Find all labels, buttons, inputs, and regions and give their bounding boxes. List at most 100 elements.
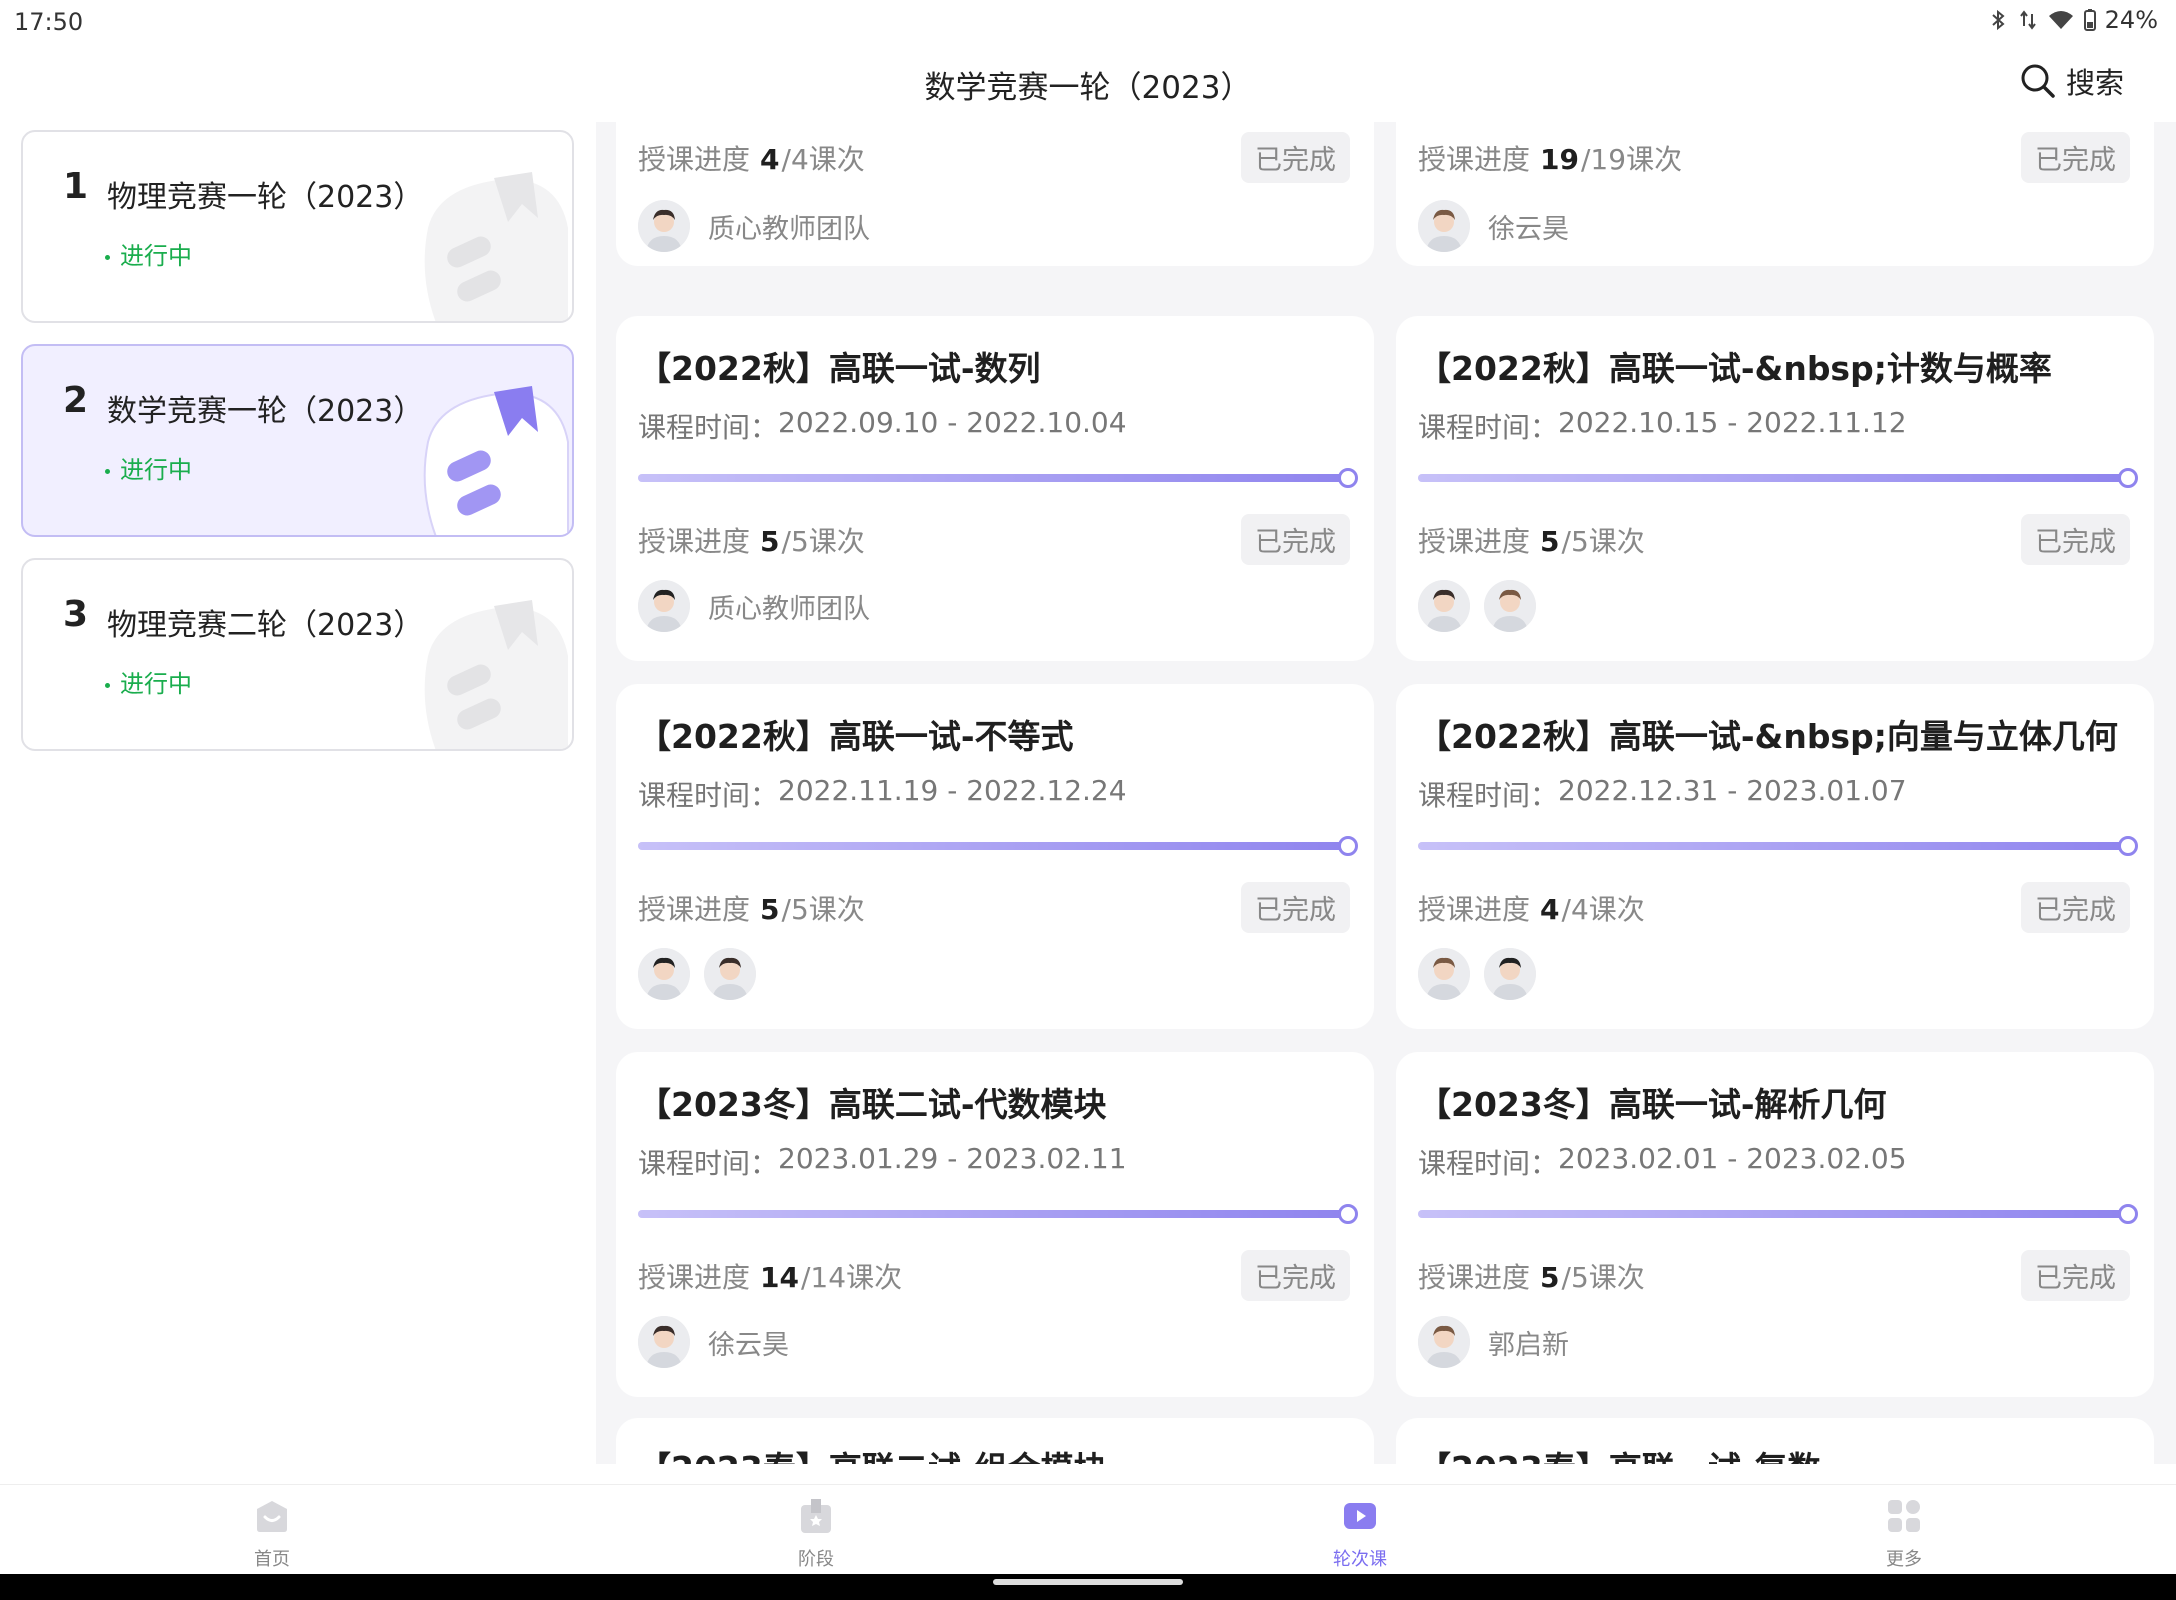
- course-card[interactable]: 授课进度 19/19课次 已完成 徐云昊: [1396, 122, 2154, 266]
- progress-bar: [1418, 468, 2138, 488]
- course-time: 2023.02.01 - 2023.02.05: [1558, 1142, 1907, 1175]
- header: 数学竞赛一轮（2023） 搜索: [0, 44, 2176, 122]
- search-label: 搜索: [2065, 66, 2124, 100]
- done-count: 14: [760, 1261, 799, 1294]
- course-time: 2023.01.29 - 2023.02.11: [778, 1142, 1127, 1175]
- teacher-list: [1418, 948, 1536, 1000]
- bookmark-decoration-icon: [424, 172, 568, 321]
- progress-knob: [1338, 468, 1358, 488]
- total-count: 5: [790, 893, 809, 926]
- status-icons: 24%: [1987, 6, 2158, 34]
- stage-item-3[interactable]: 3 物理竞赛二轮（2023） 进行中: [21, 558, 574, 751]
- unit-label: 课次: [846, 1261, 903, 1294]
- stage-item-1[interactable]: 1 物理竞赛一轮（2023） 进行中: [21, 130, 574, 323]
- progress-knob: [2118, 468, 2138, 488]
- teacher-list: 徐云昊: [638, 1316, 789, 1368]
- course-card[interactable]: 【2023春】高联二试-组合模块: [616, 1418, 1374, 1464]
- progress-fill: [638, 474, 1348, 482]
- teacher-avatar: [638, 1316, 690, 1368]
- teacher-avatar: [1418, 948, 1470, 1000]
- teacher-name: 质心教师团队: [708, 593, 870, 625]
- total-count: 14: [810, 1261, 847, 1294]
- unit-label: 课次: [1588, 525, 1645, 558]
- nav-rounds[interactable]: 轮次课: [1300, 1497, 1420, 1571]
- progress-knob: [2118, 836, 2138, 856]
- teacher-list: 徐云昊: [1418, 200, 1569, 252]
- total-count: 5: [790, 525, 809, 558]
- course-card[interactable]: 【2023冬】高联一试-解析几何 课程时间： 2023.02.01 - 2023.0…: [1396, 1052, 2154, 1397]
- stage-sidebar: 1 物理竞赛一轮（2023） 进行中 2 数学竞赛一轮（2023） 进行中 3 …: [0, 122, 596, 1484]
- play-icon: [1344, 1503, 1376, 1529]
- nav-label: 轮次课: [1333, 1549, 1387, 1570]
- status-badge: 已完成: [1241, 1250, 1350, 1301]
- battery-icon: [2083, 9, 2096, 31]
- total-count: 4: [1570, 893, 1589, 926]
- stage-status: 进行中: [105, 236, 192, 271]
- progress-knob: [1338, 1204, 1358, 1224]
- teacher-avatar: [1484, 948, 1536, 1000]
- unit-label: 课次: [808, 525, 865, 558]
- progress-fill: [638, 1210, 1348, 1218]
- course-card[interactable]: 【2022秋】高联一试-&nbsp;向量与立体几何课程时间： 2022.12.31…: [1396, 684, 2154, 1029]
- stage-name: 物理竞赛一轮（2023）: [107, 180, 424, 215]
- course-card[interactable]: 【2023春】高联一试-复数: [1396, 1418, 2154, 1464]
- status-badge: 已完成: [2021, 882, 2130, 933]
- course-progress: 授课进度 4/4课次: [1418, 893, 1645, 926]
- course-time-label: 课程时间：: [1418, 779, 1559, 812]
- stage-item-2[interactable]: 2 数学竞赛一轮（2023） 进行中: [21, 344, 574, 537]
- progress-knob: [1338, 836, 1358, 856]
- done-count: 5: [1540, 525, 1560, 558]
- teacher-avatar: [1418, 580, 1470, 632]
- course-title: 【2022秋】高联一试-不等式: [638, 717, 1074, 756]
- course-time: 2022.12.31 - 2023.01.07: [1558, 774, 1907, 807]
- course-card[interactable]: 【2023冬】高联二试-代数模块 课程时间： 2023.01.29 - 2023.0…: [616, 1052, 1374, 1397]
- progress-bar: [1418, 836, 2138, 856]
- teacher-list: 质心教师团队: [638, 580, 870, 632]
- course-card[interactable]: 【2022秋】高联一试-不等式 课程时间： 2022.11.19 - 2022.12…: [616, 684, 1374, 1029]
- nav-stage[interactable]: 阶段: [756, 1497, 876, 1571]
- nav-home[interactable]: 首页: [212, 1497, 332, 1571]
- course-card[interactable]: 【2022秋】高联一试-&nbsp;计数与概率 课程时间： 2022.10.15 -…: [1396, 316, 2154, 661]
- teacher-avatar: [1484, 580, 1536, 632]
- course-progress: 授课进度 4/4课次: [638, 143, 865, 176]
- search-button[interactable]: 搜索: [2020, 60, 2124, 102]
- search-icon: [2021, 64, 2055, 98]
- teacher-list: 郭启新: [1418, 1316, 1569, 1368]
- course-card[interactable]: 【2022秋】高联一试-数列 课程时间： 2022.09.10 - 2022.10.…: [616, 316, 1374, 661]
- total-count: 5: [1570, 525, 1589, 558]
- progress-bar: [638, 836, 1358, 856]
- page-title: 数学竞赛一轮（2023）: [924, 70, 1252, 106]
- unit-label: 课次: [808, 893, 865, 926]
- unit-label: 课次: [808, 143, 865, 176]
- done-count: 5: [760, 893, 780, 926]
- bottom-nav: 首页 阶段 轮次课 更多: [0, 1484, 2176, 1574]
- teacher-avatar: [1418, 1316, 1470, 1368]
- total-count: 5: [1570, 1261, 1589, 1294]
- course-progress: 授课进度 5/5课次: [638, 525, 865, 558]
- home-gesture-handle[interactable]: [993, 1579, 1183, 1585]
- course-list[interactable]: 授课进度 4/4课次 已完成 质心教师团队 授课进度 19/19课次 已完成 徐云昊…: [596, 122, 2176, 1464]
- data-transfer-icon: [2019, 10, 2036, 30]
- course-time-label: 课程时间：: [1418, 1147, 1559, 1180]
- progress-fill: [638, 842, 1348, 850]
- progress-label: 授课进度: [1418, 525, 1531, 558]
- teacher-name: 徐云昊: [708, 1329, 789, 1361]
- stage-name: 物理竞赛二轮（2023）: [107, 608, 424, 643]
- course-time-label: 课程时间：: [638, 411, 779, 444]
- teacher-avatar: [638, 948, 690, 1000]
- course-title: 【2022秋】高联一试-&nbsp;向量与立体几何: [1418, 717, 2118, 756]
- home-icon: [257, 1501, 287, 1532]
- unit-label: 课次: [1588, 893, 1645, 926]
- course-card[interactable]: 授课进度 4/4课次 已完成 质心教师团队: [616, 122, 1374, 266]
- course-progress: 授课进度 19/19课次: [1418, 143, 1683, 176]
- nav-more[interactable]: 更多: [1844, 1497, 1964, 1571]
- progress-fill: [1418, 1210, 2128, 1218]
- course-progress: 授课进度 5/5课次: [638, 893, 865, 926]
- status-badge: 已完成: [2021, 1250, 2130, 1301]
- progress-label: 授课进度: [638, 1261, 751, 1294]
- total-count: 4: [790, 143, 809, 176]
- status-badge: 已完成: [2021, 132, 2130, 183]
- course-time: 2022.11.19 - 2022.12.24: [778, 774, 1127, 807]
- unit-label: 课次: [1588, 1261, 1645, 1294]
- done-count: 5: [760, 525, 780, 558]
